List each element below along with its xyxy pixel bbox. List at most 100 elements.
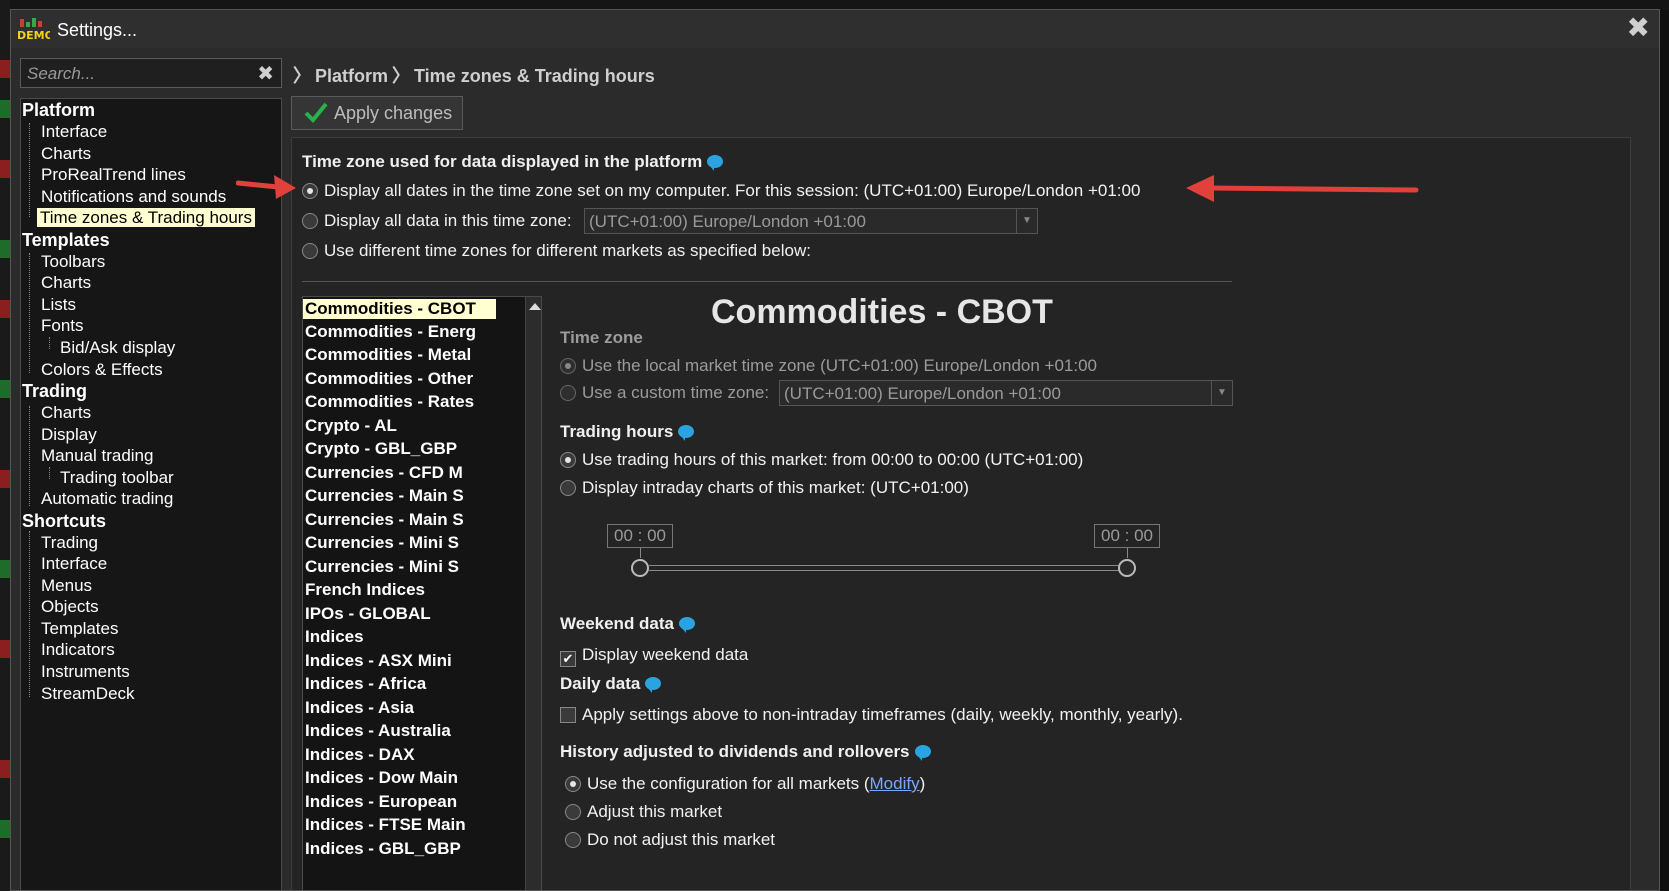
fixed-tz-select[interactable]: (UTC+01:00) Europe/London +01:00 ▼ (584, 208, 1038, 234)
market-item[interactable]: Currencies - CFD M (305, 463, 463, 483)
market-item[interactable]: Indices - GBL_GBP (305, 839, 461, 859)
apply-changes-button[interactable]: Apply changes (291, 96, 463, 130)
tree-item-display[interactable]: Display (41, 425, 97, 445)
radio-fixed-tz[interactable] (302, 213, 318, 229)
market-item[interactable]: Currencies - Mini S (305, 533, 459, 553)
tree-item-shortcut-trading[interactable]: Trading (41, 533, 98, 553)
slider-end-time: 00 : 00 (1094, 524, 1160, 548)
info-bubble-icon[interactable] (645, 677, 662, 693)
info-bubble-icon[interactable] (914, 745, 931, 761)
radio-per-market-tz[interactable] (302, 243, 318, 259)
market-item[interactable]: Indices - ASX Mini (305, 651, 452, 671)
tree-category-trading[interactable]: Trading (22, 381, 87, 402)
info-bubble-icon[interactable] (707, 155, 724, 171)
daily-heading: Daily data (560, 674, 662, 694)
radio-history-adjust[interactable] (565, 804, 581, 820)
tz-custom-option[interactable]: Use a custom time zone: (560, 383, 769, 403)
tree-item-fonts[interactable]: Fonts (41, 316, 84, 336)
market-item[interactable]: Currencies - Main S (305, 510, 464, 530)
history-no-adjust-option[interactable]: Do not adjust this market (565, 830, 775, 850)
tree-item-trading-toolbar[interactable]: Trading toolbar (60, 468, 174, 488)
history-adjust-option[interactable]: Adjust this market (565, 802, 722, 822)
tree-item-toolbars[interactable]: Toolbars (41, 252, 105, 272)
market-item[interactable]: Indices (305, 627, 364, 647)
tree-category-templates[interactable]: Templates (22, 230, 110, 251)
market-item[interactable]: Indices - Australia (305, 721, 451, 741)
weekend-checkbox[interactable]: ✔ (560, 651, 576, 667)
tree-item-shortcut-templates[interactable]: Templates (41, 619, 118, 639)
market-item[interactable]: Indices - Dow Main (305, 768, 458, 788)
tree-item-lists[interactable]: Lists (41, 295, 76, 315)
tree-item-trading-charts[interactable]: Charts (41, 403, 91, 423)
market-item[interactable]: Indices - European (305, 792, 457, 812)
tree-item-interface[interactable]: Interface (41, 122, 107, 142)
hours-intraday-option[interactable]: Display intraday charts of this market: … (560, 478, 969, 498)
slider-end-tick (1127, 548, 1128, 558)
tree-item-time-zones[interactable]: Time zones & Trading hours (37, 208, 255, 228)
radio-intraday-hours[interactable] (560, 480, 576, 496)
custom-tz-select[interactable]: (UTC+01:00) Europe/London +01:00 ▼ (779, 380, 1233, 406)
market-item[interactable]: IPOs - GLOBAL (305, 604, 431, 624)
breadcrumb-platform[interactable]: Platform (315, 66, 388, 86)
hours-slider-track[interactable] (649, 565, 1119, 571)
radio-history-all[interactable] (565, 776, 581, 792)
market-item[interactable]: Commodities - Other (305, 369, 473, 389)
market-item[interactable]: Indices - Asia (305, 698, 414, 718)
market-item[interactable]: Currencies - Main S (305, 486, 464, 506)
weekend-option[interactable]: ✔ Display weekend data (560, 645, 748, 667)
market-item[interactable]: Commodities - Rates (305, 392, 474, 412)
market-item[interactable]: Commodities - Energ (305, 322, 476, 342)
market-item[interactable]: Indices - Africa (305, 674, 426, 694)
tree-item-streamdeck[interactable]: StreamDeck (41, 684, 135, 704)
info-bubble-icon[interactable] (679, 617, 696, 633)
tz-option-computer[interactable]: Display all dates in the time zone set o… (302, 181, 1140, 201)
tree-category-shortcuts[interactable]: Shortcuts (22, 511, 106, 532)
tree-item-charts[interactable]: Charts (41, 144, 91, 164)
slider-end-handle[interactable] (1118, 559, 1136, 577)
tree-item-objects[interactable]: Objects (41, 597, 99, 617)
tree-item-prorealtrend-lines[interactable]: ProRealTrend lines (41, 165, 186, 185)
modify-link[interactable]: Modify (870, 774, 920, 793)
weekend-heading: Weekend data (560, 614, 696, 634)
title-bar[interactable]: DEMO Settings... ✖ (11, 10, 1659, 48)
clear-search-icon[interactable]: ✖ (257, 61, 274, 86)
radio-local-tz[interactable] (560, 358, 576, 374)
daily-option[interactable]: Apply settings above to non-intraday tim… (560, 705, 1183, 725)
search-input[interactable] (25, 62, 255, 86)
market-item[interactable]: Indices - FTSE Main (305, 815, 466, 835)
slider-start-handle[interactable] (631, 559, 649, 577)
radio-market-hours[interactable] (560, 452, 576, 468)
tree-item-menus[interactable]: Menus (41, 576, 92, 596)
right-annotation-arrow-icon (1186, 175, 1419, 202)
tz-local-option[interactable]: Use the local market time zone (UTC+01:0… (560, 356, 1097, 376)
tree-item-shortcut-interface[interactable]: Interface (41, 554, 107, 574)
radio-history-no-adjust[interactable] (565, 832, 581, 848)
history-all-markets-option[interactable]: Use the configuration for all markets (M… (565, 774, 925, 794)
tz-option-fixed[interactable]: Display all data in this time zone: (302, 211, 572, 231)
daily-checkbox[interactable] (560, 707, 576, 723)
tz-option-per-market[interactable]: Use different time zones for different m… (302, 241, 811, 261)
tree-item-manual-trading[interactable]: Manual trading (41, 446, 153, 466)
market-list-scrollbar[interactable] (525, 297, 541, 890)
tree-item-template-charts[interactable]: Charts (41, 273, 91, 293)
market-item[interactable]: French Indices (305, 580, 425, 600)
radio-custom-tz[interactable] (560, 385, 576, 401)
radio-computer-tz[interactable] (302, 183, 318, 199)
market-item[interactable]: Currencies - Mini S (305, 557, 459, 577)
tree-item-automatic-trading[interactable]: Automatic trading (41, 489, 173, 509)
hours-market-option[interactable]: Use trading hours of this market: from 0… (560, 450, 1083, 470)
tree-item-instruments[interactable]: Instruments (41, 662, 130, 682)
market-item[interactable]: Crypto - AL (305, 416, 397, 436)
tree-item-bid-ask-display[interactable]: Bid/Ask display (60, 338, 175, 358)
market-item[interactable]: Crypto - GBL_GBP (305, 439, 457, 459)
close-icon[interactable]: ✖ (1627, 14, 1650, 42)
tree-item-indicators[interactable]: Indicators (41, 640, 115, 660)
scroll-up-icon[interactable] (529, 303, 541, 310)
market-item[interactable]: Commodities - Metal (305, 345, 471, 365)
market-item[interactable]: Commodities - CBOT (303, 299, 496, 319)
tree-item-colors-effects[interactable]: Colors & Effects (41, 360, 163, 380)
tree-item-notifications[interactable]: Notifications and sounds (41, 187, 226, 207)
market-item[interactable]: Indices - DAX (305, 745, 415, 765)
tree-category-platform[interactable]: Platform (22, 100, 95, 121)
info-bubble-icon[interactable] (678, 425, 695, 441)
